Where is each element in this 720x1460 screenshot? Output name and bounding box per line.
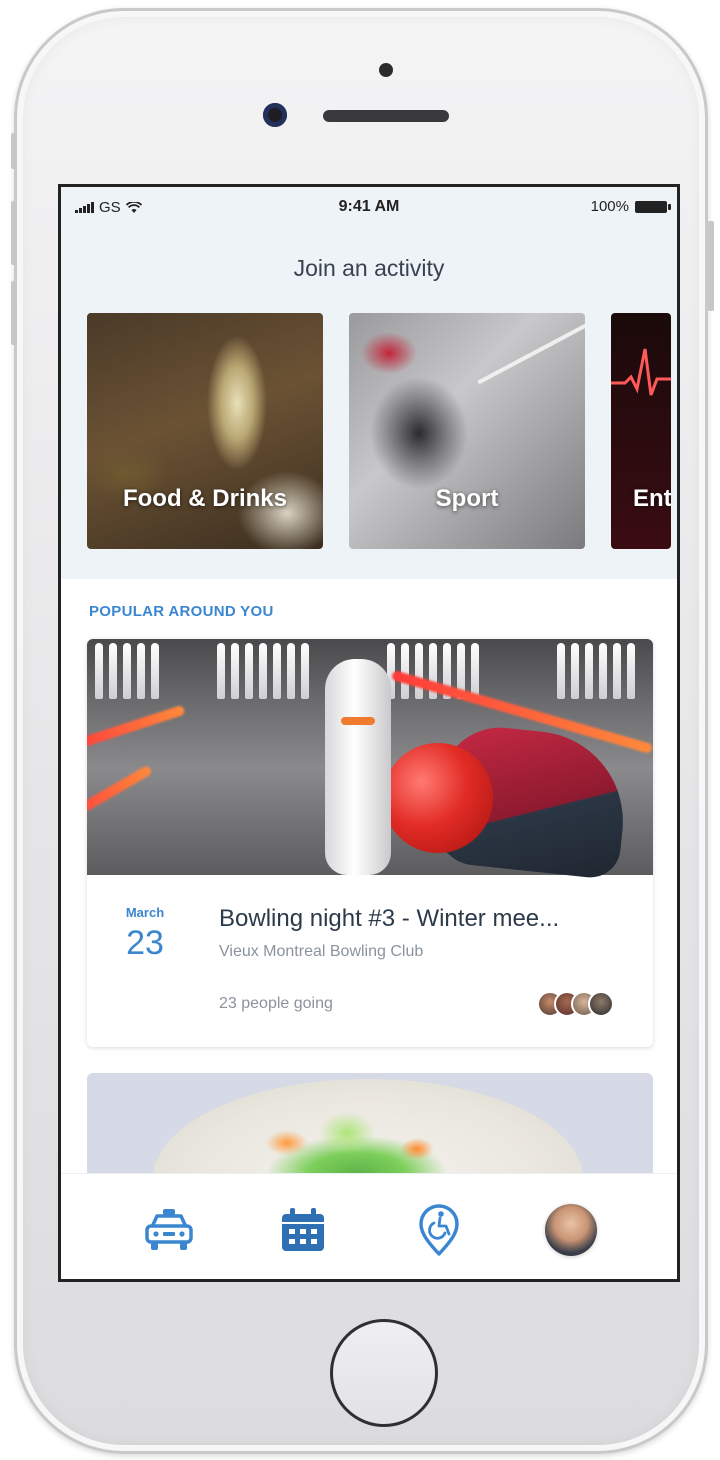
power-button: [708, 221, 714, 311]
volume-down-button: [11, 281, 17, 345]
heartbeat-wave-image: [611, 348, 671, 396]
event-venue: Vieux Montreal Bowling Club: [219, 943, 424, 960]
tab-transport[interactable]: [139, 1200, 199, 1260]
pins-left: [95, 643, 159, 701]
pins-right: [557, 643, 635, 701]
category-label: Sport: [435, 485, 499, 512]
category-card-food-drinks[interactable]: Food & Drinks: [87, 313, 323, 549]
tab-bar: [61, 1173, 677, 1279]
sensor-dot: [379, 63, 393, 77]
volume-up-button: [11, 201, 17, 265]
status-bar: GS 9:41 AM 100%: [61, 187, 677, 227]
event-title: Bowling night #3 - Winter mee...: [219, 905, 560, 932]
attendee-avatars[interactable]: [537, 991, 614, 1017]
page-title: Join an activity: [293, 255, 445, 281]
mute-switch: [11, 133, 17, 169]
event-attendance: 23 people going: [219, 995, 333, 1012]
lane-light-left: [87, 704, 186, 752]
battery-icon: [635, 200, 671, 213]
event-month: March: [125, 905, 165, 920]
event-card-next[interactable]: [87, 1073, 653, 1183]
event-date: March 23: [111, 905, 179, 963]
salad-image: [227, 1103, 487, 1183]
front-camera: [263, 103, 287, 127]
tab-profile[interactable]: [541, 1200, 601, 1260]
section-title: POPULAR AROUND YOU: [89, 603, 274, 620]
event-image: [87, 639, 653, 881]
accessible-location-icon: [419, 1204, 459, 1256]
bowling-ball: [383, 743, 493, 853]
tab-calendar[interactable]: [273, 1200, 333, 1260]
taxi-icon: [145, 1209, 193, 1250]
lane-stripe: [477, 313, 585, 385]
event-card[interactable]: March 23 Bowling night #3 - Winter mee..…: [87, 639, 653, 1047]
status-time: 9:41 AM: [338, 198, 400, 215]
category-card-sport[interactable]: Sport: [349, 313, 585, 549]
event-day: 23: [126, 924, 164, 962]
app-screen: GS 9:41 AM 100% Join an activity Food & …: [58, 184, 680, 1282]
bowling-pin: [325, 659, 391, 875]
profile-avatar: [545, 1204, 597, 1256]
lane-light-left-2: [87, 764, 153, 824]
home-button[interactable]: [330, 1319, 438, 1427]
category-carousel[interactable]: Food & Drinks Sport Ent: [87, 313, 671, 549]
calendar-icon: [282, 1208, 324, 1251]
category-card-entertainment[interactable]: Ent: [611, 313, 671, 549]
pins-center-left: [217, 643, 309, 701]
status-right: 100%: [590, 198, 671, 215]
earpiece-speaker: [323, 110, 449, 122]
tab-accessible-places[interactable]: [409, 1200, 469, 1260]
category-label: Ent: [633, 485, 671, 512]
battery-percent: 100%: [590, 198, 629, 215]
attendee-avatar: [588, 991, 614, 1017]
category-label: Food & Drinks: [122, 485, 287, 512]
